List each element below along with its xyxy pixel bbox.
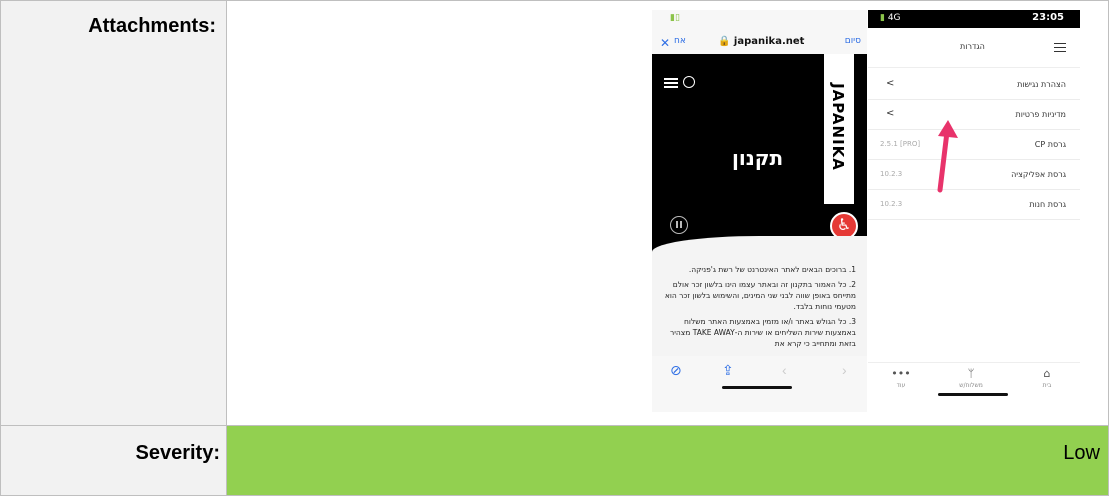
row-value: 2.5.1 [PRO] (880, 140, 921, 148)
hamburger-icon[interactable] (1054, 43, 1066, 52)
attachments-label-cell: Attachments: (0, 0, 227, 426)
tab-label: משלוח/ש (959, 382, 983, 389)
settings-row-accessibility[interactable]: < הצהרת נגישות (868, 70, 1080, 100)
row-value: 10.2.3 (880, 170, 903, 178)
row-label: גרסת אפליקציה (1011, 170, 1066, 179)
status-time: 23:05 (1032, 12, 1064, 23)
severity-value-cell: Low (226, 425, 1109, 496)
settings-row-cp-version: 2.5.1 [PRO] גרסת CP (868, 130, 1080, 160)
pause-icon[interactable] (670, 216, 688, 234)
home-icon: ⌂ (1043, 367, 1051, 380)
row-label: הצהרת נגישות (1017, 80, 1066, 89)
browser-toolbar: ⊘ ⇪ ‹ › (652, 356, 867, 412)
row-label: מדיניות פרטיות (1015, 110, 1067, 119)
close-icon[interactable]: ✕ (660, 36, 670, 50)
annotation-arrow (937, 120, 958, 193)
compass-icon[interactable]: ⊘ (670, 362, 682, 379)
battery-icon: ▮ (880, 13, 885, 23)
severity-value: Low (1063, 442, 1100, 464)
cutlery-icon: ᛘ (967, 367, 975, 380)
network-indicator: ▮ 4G (880, 13, 901, 23)
browser-nav-bar: ✕ אח 🔒 japanika.net סיום (652, 32, 867, 54)
phone-status-bar: ▮ 4G 23:05 (868, 10, 1080, 28)
attachment-screenshot-browser[interactable]: ▮▯ ✕ אח 🔒 japanika.net סיום JAPANIKA תקנ… (652, 10, 867, 412)
tab-orders[interactable]: ᛘ משלוח/ש (946, 367, 996, 389)
logo-text: JAPANIKA (829, 83, 847, 171)
url-text: 🔒 japanika.net (718, 36, 805, 47)
details-table: Attachments: ▮▯ ✕ אח 🔒 japanika.net סיום… (0, 0, 1109, 496)
settings-header: הגדרות (868, 28, 1080, 68)
app-tab-bar: ••• עוד ᛘ משלוח/ש ⌂ בית (868, 362, 1080, 412)
severity-label-cell: Severity: (0, 425, 227, 496)
settings-row-app-version: 10.2.3 גרסת אפליקציה (868, 160, 1080, 190)
back-link[interactable]: אח (674, 36, 686, 46)
japanika-logo: JAPANIKA (824, 54, 854, 204)
tab-more[interactable]: ••• עוד (876, 367, 926, 389)
home-indicator (722, 386, 792, 389)
row-value: 10.2.3 (880, 200, 903, 208)
chevron-left-icon[interactable]: ‹ (782, 362, 787, 378)
attachments-label: Attachments: (88, 15, 216, 37)
home-indicator (938, 393, 1008, 396)
settings-title: הגדרות (960, 42, 985, 51)
attachment-screenshot-settings[interactable]: ▮ 4G 23:05 הגדרות < הצהרת נגישות < מדיני… (868, 10, 1080, 412)
page-title: תקנון (732, 146, 784, 170)
user-icon[interactable] (683, 76, 695, 88)
menu-icon[interactable] (664, 78, 678, 88)
settings-row-store-version: 10.2.3 גרסת חנות (868, 190, 1080, 220)
severity-label: Severity: (135, 442, 221, 464)
row-label: גרסת חנות (1029, 200, 1066, 209)
browser-status-bar: ▮▯ (652, 10, 867, 32)
terms-paragraph: 1. ברוכים הבאים לאתר האינטרנט של רשת ג'פ… (688, 265, 856, 274)
terms-text: 1. ברוכים הבאים לאתר האינטרנט של רשת ג'פ… (664, 264, 856, 353)
terms-paragraph: 3. כל הגולש באתר ו/או מזמין באמצעות האתר… (669, 317, 856, 348)
settings-list: < הצהרת נגישות < מדיניות פרטיות 2.5.1 [P… (868, 70, 1080, 220)
terms-paragraph: 2. כל האמור בתקנון זה ובאתר עצמו הינו בל… (664, 280, 856, 311)
settings-row-privacy[interactable]: < מדיניות פרטיות (868, 100, 1080, 130)
page-hero: JAPANIKA תקנון ♿ (652, 54, 867, 259)
more-icon: ••• (891, 367, 911, 380)
tab-label: עוד (896, 382, 906, 389)
share-icon[interactable]: ⇪ (722, 362, 734, 379)
chevron-icon: < (886, 78, 895, 89)
chevron-right-icon[interactable]: › (842, 362, 847, 378)
row-label: גרסת CP (1034, 140, 1066, 149)
tab-label: בית (1042, 382, 1052, 389)
tab-home[interactable]: ⌂ בית (1022, 367, 1072, 389)
chevron-icon: < (886, 108, 895, 119)
network-text: 4G (887, 13, 901, 23)
done-button[interactable]: סיום (845, 36, 861, 46)
